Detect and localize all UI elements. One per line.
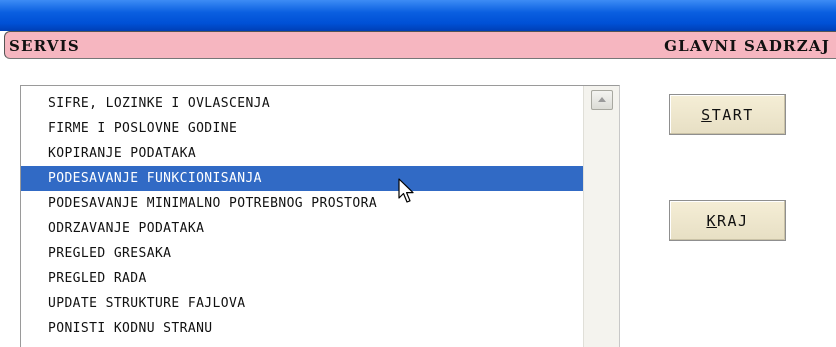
start-label: TART xyxy=(711,105,754,124)
list-item[interactable]: PREGLED GRESAKA xyxy=(21,241,587,266)
list-item[interactable]: UPDATE STRUKTURE FAJLOVA xyxy=(21,291,587,316)
list-item[interactable]: SIFRE, LOZINKE I OVLASCENJA xyxy=(21,91,587,116)
window-titlebar xyxy=(0,0,836,31)
scroll-up-arrow-icon xyxy=(598,97,606,102)
list-item[interactable]: PONISTI KODNU STRANU xyxy=(21,316,587,341)
list-item-selected[interactable]: PODESAVANJE FUNKCIONISANJA xyxy=(21,166,587,191)
list-item[interactable]: ODRZAVANJE PODATAKA xyxy=(21,216,587,241)
list-item[interactable]: PODESAVANJE MINIMALNO POTREBNOG PROSTORA xyxy=(21,191,587,216)
list-item[interactable]: PREGLED RADA xyxy=(21,266,587,291)
header-bar: SERVIS GLAVNI SADRZAJ xyxy=(4,31,836,59)
start-button[interactable]: S TART xyxy=(669,94,786,135)
kraj-accelerator: K xyxy=(706,211,717,230)
list-item[interactable]: KOPIRANJE PODATAKA xyxy=(21,141,587,166)
list-item[interactable]: FIRME I POSLOVNE GODINE xyxy=(21,116,587,141)
arrow-pointer-icon xyxy=(398,178,414,203)
vertical-scrollbar[interactable] xyxy=(583,86,619,347)
menu-listbox[interactable]: SIFRE, LOZINKE I OVLASCENJA FIRME I POSL… xyxy=(20,85,620,347)
scroll-up-button[interactable] xyxy=(591,90,613,110)
kraj-button[interactable]: K RAJ xyxy=(669,200,786,241)
kraj-label: RAJ xyxy=(716,211,749,230)
start-accelerator: S xyxy=(701,105,712,124)
header-right-title: GLAVNI SADRZAJ xyxy=(664,37,830,55)
header-left-title: SERVIS xyxy=(9,37,80,55)
menu-items: SIFRE, LOZINKE I OVLASCENJA FIRME I POSL… xyxy=(21,91,587,341)
